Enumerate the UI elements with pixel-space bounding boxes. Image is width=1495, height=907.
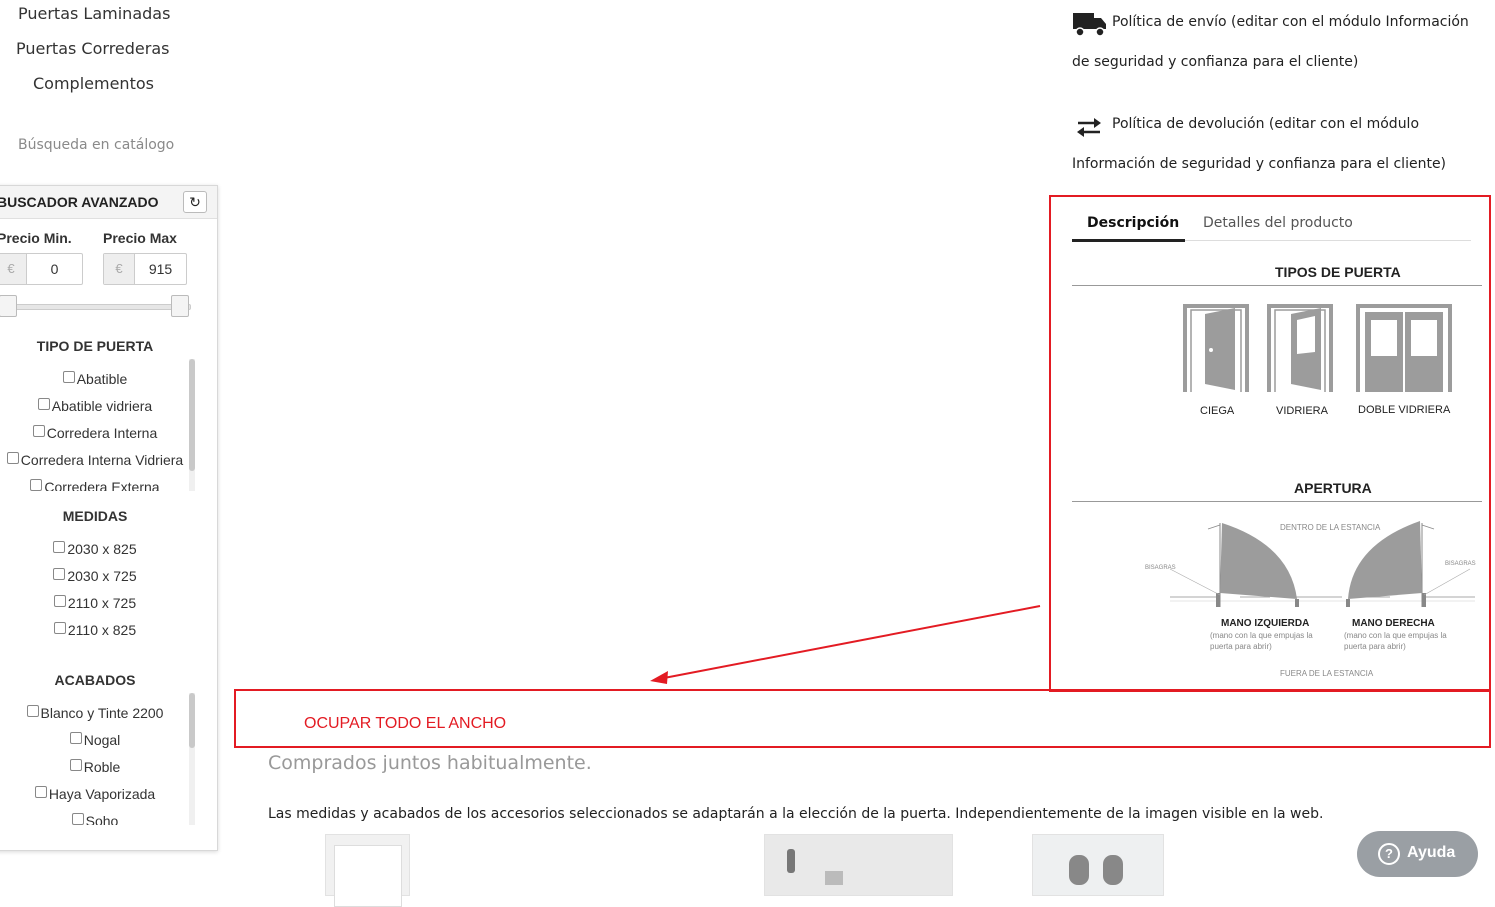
question-circle-icon: ?: [1378, 843, 1400, 865]
handle-image: [1103, 855, 1123, 885]
help-button[interactable]: ? Ayuda: [1357, 831, 1478, 877]
product-thumbnail[interactable]: [1032, 834, 1164, 896]
help-label: Ayuda: [1407, 844, 1456, 861]
product-thumbnail[interactable]: [764, 834, 953, 896]
accessories-note: Las medidas y acabados de los accesorios…: [268, 806, 1324, 822]
door-image: [334, 845, 402, 907]
handle-image: [825, 871, 843, 885]
product-thumbnail[interactable]: [325, 834, 410, 907]
handle-image: [1069, 855, 1089, 885]
bought-together-title: Comprados juntos habitualmente.: [268, 752, 592, 774]
full-width-annotation-text: OCUPAR TODO EL ANCHO: [304, 715, 507, 732]
handle-image: [787, 849, 795, 873]
